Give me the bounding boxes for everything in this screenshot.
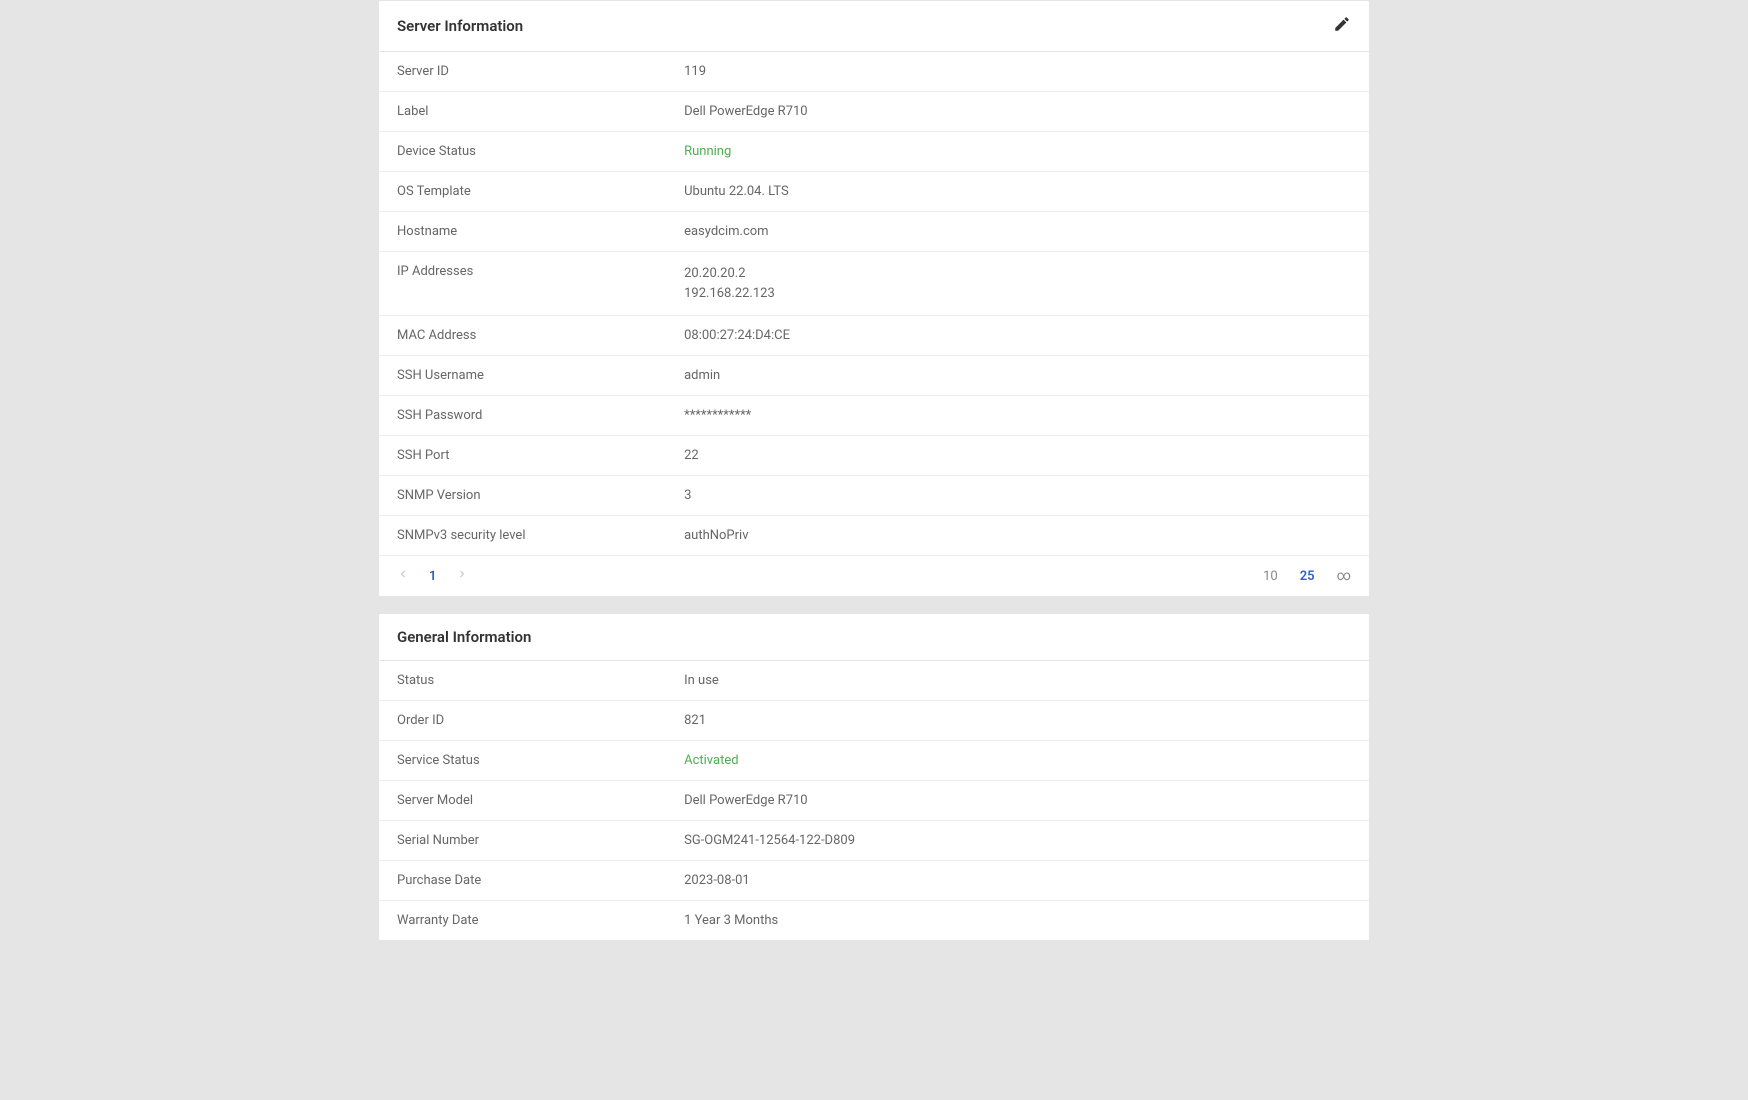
row-value: Dell PowerEdge R710 — [666, 92, 1369, 132]
prev-page-button[interactable] — [397, 568, 409, 584]
row-value-text: Dell PowerEdge R710 — [684, 793, 808, 808]
row-label: SSH Username — [379, 356, 666, 396]
row-value: ************ — [666, 396, 1369, 436]
page-number-1[interactable]: 1 — [429, 569, 436, 584]
row-value: 22 — [666, 436, 1369, 476]
row-value-text: Dell PowerEdge R710 — [684, 104, 808, 119]
table-row: Label Dell PowerEdge R710 — [379, 92, 1369, 132]
row-label: MAC Address — [379, 316, 666, 356]
row-label: Service Status — [379, 741, 666, 781]
row-value-text: 2023-08-01 — [684, 873, 750, 888]
pencil-icon — [1333, 15, 1351, 37]
table-row: SSH Username admin — [379, 356, 1369, 396]
row-value-text: 821 — [684, 713, 706, 728]
server-info-table: Server ID 119 Label Dell PowerEdge R710 Devi… — [379, 52, 1369, 555]
table-row: Hostname easydcim.com — [379, 212, 1369, 252]
row-label: Serial Number — [379, 821, 666, 861]
row-value: Activated — [666, 741, 1369, 781]
row-label: Device Status — [379, 132, 666, 172]
table-row: Device Status Running — [379, 132, 1369, 172]
table-row: SSH Password ************ — [379, 396, 1369, 436]
general-information-card: General Information Status In use Order ID… — [378, 613, 1370, 941]
server-info-header: Server Information — [379, 1, 1369, 52]
table-row: OS Template Ubuntu 22.04. LTS — [379, 172, 1369, 212]
table-row: Serial Number SG-OGM241-12564-122-D809 — [379, 821, 1369, 861]
general-info-title: General Information — [397, 628, 531, 646]
row-value: admin — [666, 356, 1369, 396]
row-value: authNoPriv — [666, 516, 1369, 556]
row-value: Ubuntu 22.04. LTS — [666, 172, 1369, 212]
chevron-right-icon — [456, 568, 468, 584]
next-page-button[interactable] — [456, 568, 468, 584]
row-label: OS Template — [379, 172, 666, 212]
table-row: SNMP Version 3 — [379, 476, 1369, 516]
server-info-title: Server Information — [397, 17, 523, 35]
row-label: IP Addresses — [379, 252, 666, 316]
row-value: 08:00:27:24:D4:CE — [666, 316, 1369, 356]
ip-address: 192.168.22.123 — [684, 284, 1351, 304]
server-information-card: Server Information Server ID 119 Label Dell… — [378, 0, 1370, 597]
row-label: SNMP Version — [379, 476, 666, 516]
table-row: Server ID 119 — [379, 52, 1369, 92]
page-size-10[interactable]: 10 — [1263, 569, 1278, 584]
row-label: Order ID — [379, 701, 666, 741]
row-label: Server ID — [379, 52, 666, 92]
pagination-right: 10 25 ∞ — [1263, 568, 1351, 584]
table-row: Order ID 821 — [379, 701, 1369, 741]
row-label: SNMPv3 security level — [379, 516, 666, 556]
row-value-text: 1 Year 3 Months — [684, 913, 778, 928]
row-label: Purchase Date — [379, 861, 666, 901]
row-label: SSH Port — [379, 436, 666, 476]
row-label: Label — [379, 92, 666, 132]
row-value-text: Running — [684, 144, 731, 159]
general-info-header: General Information — [379, 614, 1369, 661]
table-row: SSH Port 22 — [379, 436, 1369, 476]
row-value-text: ************ — [684, 408, 751, 423]
row-value: Dell PowerEdge R710 — [666, 781, 1369, 821]
edit-button[interactable] — [1333, 15, 1351, 37]
row-label: Hostname — [379, 212, 666, 252]
row-label: SSH Password — [379, 396, 666, 436]
row-value: 20.20.20.2192.168.22.123 — [666, 252, 1369, 316]
chevron-left-icon — [397, 568, 409, 584]
row-value-text: 3 — [684, 488, 691, 503]
table-row: MAC Address 08:00:27:24:D4:CE — [379, 316, 1369, 356]
row-label: Warranty Date — [379, 901, 666, 941]
table-row: Purchase Date 2023-08-01 — [379, 861, 1369, 901]
row-value: 1 Year 3 Months — [666, 901, 1369, 941]
row-value-text: admin — [684, 368, 720, 383]
page-size-infinity[interactable]: ∞ — [1337, 568, 1351, 584]
pagination-left: 1 — [397, 568, 468, 584]
row-value: easydcim.com — [666, 212, 1369, 252]
row-label: Server Model — [379, 781, 666, 821]
row-value: In use — [666, 661, 1369, 701]
pagination: 1 10 25 ∞ — [379, 555, 1369, 596]
table-row: Warranty Date 1 Year 3 Months — [379, 901, 1369, 941]
general-info-table: Status In use Order ID 821 Service Status Act… — [379, 661, 1369, 940]
row-value-text: In use — [684, 673, 719, 688]
row-value-text: 119 — [684, 64, 706, 79]
page-size-25[interactable]: 25 — [1300, 569, 1315, 584]
row-value: 821 — [666, 701, 1369, 741]
row-value-text: Activated — [684, 753, 738, 768]
row-value: 119 — [666, 52, 1369, 92]
row-value-text: authNoPriv — [684, 528, 748, 543]
ip-address: 20.20.20.2 — [684, 264, 1351, 284]
row-value-text: 08:00:27:24:D4:CE — [684, 328, 790, 343]
table-row: Service Status Activated — [379, 741, 1369, 781]
row-value: Running — [666, 132, 1369, 172]
table-row: Server Model Dell PowerEdge R710 — [379, 781, 1369, 821]
table-row: SNMPv3 security level authNoPriv — [379, 516, 1369, 556]
row-value-text: 22 — [684, 448, 699, 463]
row-label: Status — [379, 661, 666, 701]
row-value-text: easydcim.com — [684, 224, 769, 239]
table-row: Status In use — [379, 661, 1369, 701]
row-value-text: Ubuntu 22.04. LTS — [684, 184, 789, 199]
row-value: 3 — [666, 476, 1369, 516]
row-value: SG-OGM241-12564-122-D809 — [666, 821, 1369, 861]
table-row: IP Addresses20.20.20.2192.168.22.123 — [379, 252, 1369, 316]
row-value-text: SG-OGM241-12564-122-D809 — [684, 833, 855, 848]
row-value: 2023-08-01 — [666, 861, 1369, 901]
